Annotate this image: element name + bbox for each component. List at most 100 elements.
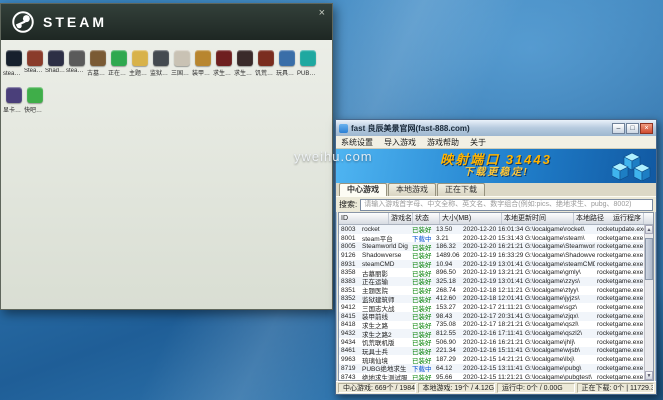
cell-size: 896.50 xyxy=(434,269,461,276)
cell-update-time: 2020-12-19 13:21:21 xyxy=(461,269,523,276)
cell-size: 186.32 xyxy=(434,243,461,250)
cell-game-name: steam平台 xyxy=(360,233,410,243)
cell-local-path: G:\localgame\zjqx\ xyxy=(523,313,595,320)
scroll-down-icon[interactable]: ▼ xyxy=(645,371,653,380)
app-shortcut[interactable]: 装甲前线 xyxy=(192,50,213,77)
cell-update-time: 2020-12-18 12:11:21 xyxy=(461,287,523,294)
cell-local-path: G:\localgame\gmly\ xyxy=(523,269,595,276)
app-icon[interactable] xyxy=(279,50,295,66)
scrollbar-thumb[interactable] xyxy=(645,238,653,280)
app-label: 求生之路 xyxy=(213,68,234,77)
column-header[interactable]: 游戏名 xyxy=(389,213,413,224)
minimize-button[interactable]: – xyxy=(612,123,625,134)
app-label: 监狱建筑师 xyxy=(150,68,171,77)
cell-local-path: G:\localgame\wjsb\ xyxy=(523,347,595,354)
app-shortcut[interactable]: 监狱建筑师 xyxy=(150,50,171,77)
cell-game-name: Steamworld Dig xyxy=(360,243,410,250)
app-shortcut[interactable]: 显卡驱动 xyxy=(3,87,24,114)
cell-size: 153.27 xyxy=(434,304,461,311)
banner-port-text: 映射端口 31443 xyxy=(440,153,552,167)
app-shortcut[interactable]: 古墓丽影 xyxy=(87,50,108,77)
table-row[interactable]: 8005 Steamworld Dig 已装好 186.32 2020-12-2… xyxy=(339,242,644,251)
menu-item[interactable]: 导入游戏 xyxy=(384,137,416,148)
app-shortcut[interactable]: 正在运输 xyxy=(108,50,129,77)
menu-item[interactable]: 系统设置 xyxy=(341,137,373,148)
cell-local-path: G:\localgame\jyjzs\ xyxy=(523,295,595,302)
scrollbar-track[interactable] xyxy=(645,234,653,371)
app-icon[interactable] xyxy=(90,50,106,66)
app-shortcut[interactable]: PUBG绝地 xyxy=(297,50,318,77)
cell-id: 8003 xyxy=(339,226,360,233)
app-shortcut[interactable]: 快吧游戏盒 xyxy=(24,87,45,114)
cell-local-path: G:\localgame\ztyy\ xyxy=(523,287,595,294)
search-input[interactable] xyxy=(360,199,653,211)
manager-titlebar[interactable]: fast 良辰美景官网(fast-888.com) – □ × xyxy=(336,120,656,136)
app-label: Steamworld xyxy=(24,68,45,74)
app-shortcut[interactable]: Steamworld xyxy=(24,50,45,77)
app-shortcut[interactable]: 玩具士兵 xyxy=(276,50,297,77)
app-icon[interactable] xyxy=(48,50,64,66)
cell-size: 98.43 xyxy=(434,313,461,320)
cell-update-time: 2020-12-16 16:21:21 xyxy=(461,339,523,346)
app-shortcut[interactable]: 饥荒联机版 xyxy=(255,50,276,77)
table-row[interactable]: 8001 steam平台 下载中 3.21 2020-12-20 15:31:4… xyxy=(339,234,644,243)
tab[interactable]: 本地游戏 xyxy=(388,183,436,196)
app-icon[interactable] xyxy=(27,50,43,66)
app-icon[interactable] xyxy=(174,50,190,66)
steam-titlebar[interactable]: STEAM × xyxy=(1,4,332,40)
app-shortcut[interactable]: steamCMD xyxy=(66,50,87,77)
app-shortcut[interactable]: 三国志大战 xyxy=(171,50,192,77)
app-shortcut[interactable]: Shadowverse xyxy=(45,50,66,77)
app-icon[interactable] xyxy=(69,50,85,66)
menu-item[interactable]: 游戏帮助 xyxy=(427,137,459,148)
app-icon[interactable] xyxy=(237,50,253,66)
column-header[interactable]: 本地路径 xyxy=(574,213,611,224)
table-scrollbar[interactable]: ▲ ▼ xyxy=(644,225,653,380)
app-icon[interactable] xyxy=(195,50,211,66)
cell-exe: rocketgame.exe xyxy=(595,339,644,346)
tab[interactable]: 正在下载 xyxy=(437,183,485,196)
cell-update-time: 2020-12-19 13:01:41 xyxy=(461,278,523,285)
cell-local-path: G:\localgame\Shadowverse\ xyxy=(523,252,595,259)
close-icon[interactable]: × xyxy=(319,7,325,19)
app-label: 求生之路2 xyxy=(234,68,255,77)
menu-item[interactable]: 关于 xyxy=(470,137,486,148)
cell-size: 506.90 xyxy=(434,339,461,346)
cell-game-name: rocket xyxy=(360,226,410,233)
column-header[interactable]: 本地更新时间 xyxy=(502,213,574,224)
app-icon[interactable] xyxy=(6,50,22,66)
app-shortcut[interactable]: 主题医院 xyxy=(129,50,150,77)
cell-exe: rocketgame.exe xyxy=(595,304,644,311)
cell-size: 325.18 xyxy=(434,278,461,285)
cell-game-name: Shadowverse xyxy=(360,252,410,259)
cell-local-path: G:\localgame\rocket\ xyxy=(523,226,595,233)
column-header[interactable]: 状态 xyxy=(413,213,440,224)
tab[interactable]: 中心游戏 xyxy=(339,183,387,196)
cell-local-path: G:\localgame\qszl\ xyxy=(523,321,595,328)
app-icon[interactable] xyxy=(216,50,232,66)
cell-id: 8931 xyxy=(339,261,360,268)
window-title: fast 良辰美景官网(fast-888.com) xyxy=(351,123,470,134)
app-icon[interactable] xyxy=(132,50,148,66)
search-label: 搜索: xyxy=(339,199,357,210)
app-icon[interactable] xyxy=(111,50,127,66)
table-body: 8003 rocket 已装好 13.50 2020-12-20 16:01:3… xyxy=(339,225,653,380)
app-shortcut[interactable]: 求生之路2 xyxy=(234,50,255,77)
maximize-button[interactable]: □ xyxy=(626,123,639,134)
column-header[interactable]: 大小(MB) xyxy=(440,213,502,224)
scroll-up-icon[interactable]: ▲ xyxy=(645,225,653,234)
app-icon[interactable] xyxy=(258,50,274,66)
app-shortcut[interactable]: 求生之路 xyxy=(213,50,234,77)
app-icon[interactable] xyxy=(6,87,22,103)
close-button[interactable]: × xyxy=(640,123,653,134)
app-icon[interactable] xyxy=(300,50,316,66)
app-icon[interactable] xyxy=(153,50,169,66)
app-shortcut[interactable]: steam平台 xyxy=(3,50,24,77)
table-row[interactable]: 8743 绝地求生测试服 已装好 95.66 2020-12-15 11:21:… xyxy=(339,373,644,380)
column-header[interactable]: 运行程序 xyxy=(611,213,644,224)
column-header[interactable]: ID xyxy=(339,213,389,224)
app-icon[interactable] xyxy=(27,87,43,103)
menubar: 系统设置 导入游戏 游戏帮助 关于 xyxy=(336,136,656,149)
cell-exe: rocketgame.exe xyxy=(595,374,644,380)
table-row[interactable]: 9126 Shadowverse 已装好 1489.06 2020-12-19 … xyxy=(339,251,644,260)
